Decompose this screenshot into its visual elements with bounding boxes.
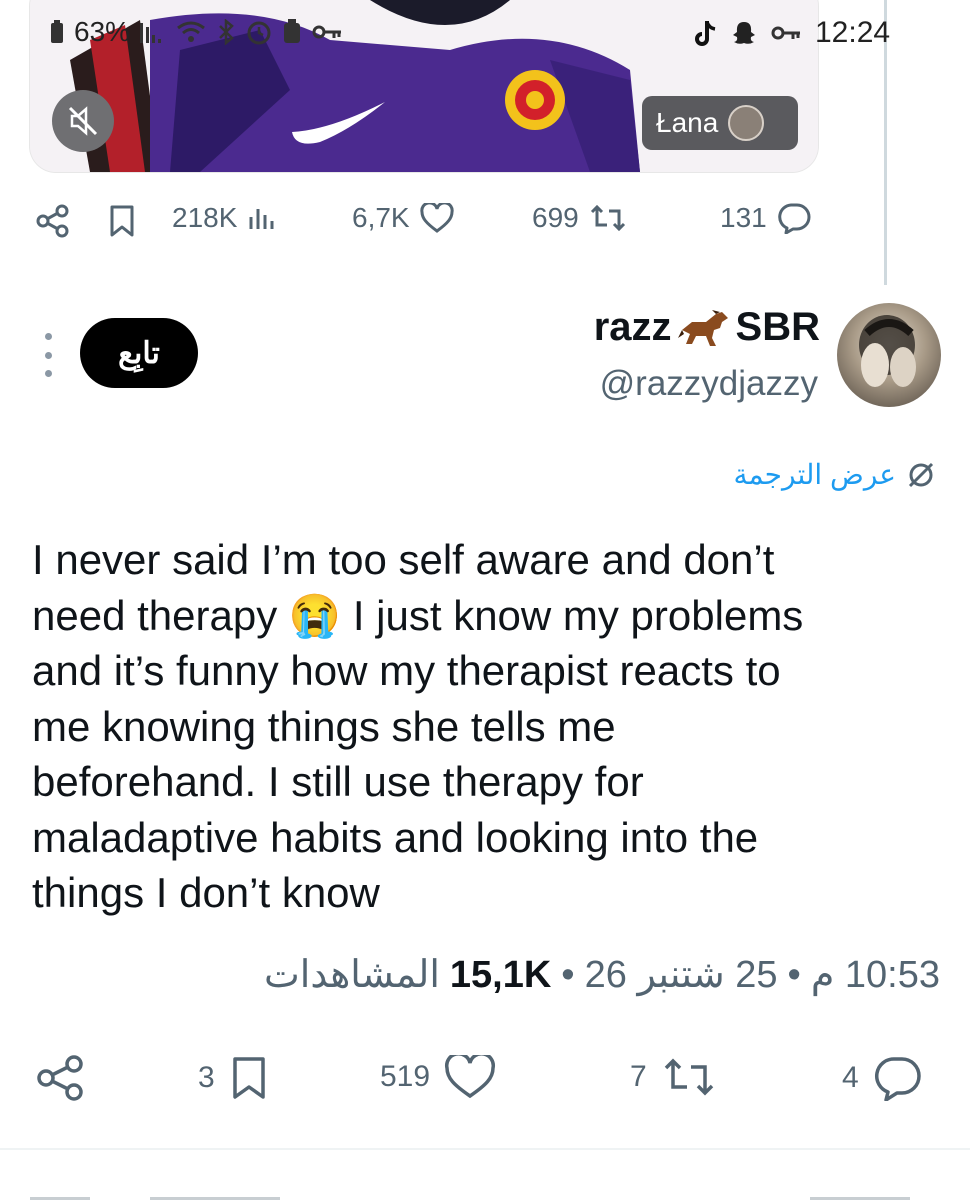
- vpn-key-icon: [312, 25, 342, 39]
- like-count: 6,7K: [352, 202, 410, 233]
- reply-count: 131: [720, 202, 767, 233]
- mute-button[interactable]: [52, 90, 114, 152]
- tweet-date: 25 شتنبر 26: [584, 954, 778, 996]
- battery-icon: [51, 20, 63, 43]
- bookmark-icon: [110, 205, 134, 237]
- repost-button-top[interactable]: 699: [532, 202, 627, 234]
- heart-icon: [419, 203, 454, 233]
- share-button[interactable]: [36, 1055, 86, 1101]
- wifi-icon: [177, 21, 205, 42]
- repost-button[interactable]: 7: [630, 1055, 717, 1099]
- avatar-image: [859, 315, 916, 387]
- bookmark-button[interactable]: 3: [198, 1055, 269, 1101]
- bookmark-button-top[interactable]: [108, 204, 136, 238]
- analytics-icon: [249, 209, 274, 229]
- share-icon: [37, 1055, 83, 1101]
- tweet-meta: 10:53 م • 25 شتنبر 26 • 15,1K المشاهدات: [264, 952, 940, 997]
- share-button-top[interactable]: [36, 204, 70, 238]
- reply-button-top[interactable]: 131: [720, 202, 811, 234]
- repost-icon: [590, 204, 625, 232]
- repost-count: 7: [630, 1060, 647, 1093]
- like-count: 519: [380, 1060, 431, 1093]
- author-chip-label: Łana: [656, 107, 719, 138]
- status-bar-right: 12:24: [695, 16, 890, 50]
- reply-icon: [874, 1057, 921, 1101]
- separator-dot: •: [787, 954, 801, 996]
- next-item-peek: [30, 1188, 930, 1200]
- bookmark-count: 3: [198, 1061, 215, 1094]
- share-icon: [36, 204, 69, 238]
- reply-count: 4: [842, 1061, 859, 1094]
- key-icon: [771, 26, 800, 40]
- reply-button[interactable]: 4: [842, 1055, 923, 1101]
- like-button[interactable]: 519: [380, 1055, 496, 1099]
- signal-icon: [140, 23, 162, 43]
- like-button-top[interactable]: 6,7K: [352, 202, 454, 234]
- separator-dot: •: [561, 954, 575, 996]
- views-count[interactable]: 15,1K: [450, 954, 551, 997]
- snapchat-icon: [733, 22, 755, 44]
- display-name-right: SBR: [735, 305, 820, 349]
- battery-percent: 63%: [74, 16, 131, 47]
- alarm-icon: [247, 21, 271, 45]
- more-options-icon[interactable]: [40, 333, 56, 377]
- views-count: 218K: [172, 202, 238, 233]
- mute-icon: [68, 106, 98, 136]
- heart-icon: [445, 1055, 496, 1099]
- tiktok-icon: [695, 21, 716, 46]
- tweet-time: 10:53 م: [810, 954, 940, 996]
- bin-icon: [284, 19, 301, 43]
- views-top[interactable]: 218K: [172, 202, 277, 234]
- avatar[interactable]: [837, 303, 941, 407]
- bookmark-icon: [232, 1057, 265, 1099]
- reply-icon: [777, 203, 811, 234]
- translate-label: عرض الترجمة: [733, 459, 896, 490]
- tweet-text: I never said I’m too self aware and don’…: [32, 536, 804, 916]
- globe-icon: [908, 462, 934, 487]
- bluetooth-icon: [219, 19, 234, 45]
- repost-count: 699: [532, 202, 579, 233]
- repost-icon: [664, 1058, 713, 1096]
- next-item-peek-shape: [30, 1197, 910, 1200]
- divider: [0, 1148, 970, 1150]
- horse-emoji-icon: [677, 309, 728, 346]
- user-handle[interactable]: @razzydjazzy: [600, 364, 818, 404]
- follow-button[interactable]: تابِع: [80, 318, 198, 388]
- display-name[interactable]: razz SBR: [594, 305, 820, 350]
- status-bar-left: 63%: [50, 16, 342, 48]
- author-chip-avatar: [728, 105, 765, 141]
- clock: 12:24: [815, 16, 891, 49]
- author-chip[interactable]: Łana: [642, 96, 798, 150]
- translate-link[interactable]: عرض الترجمة: [733, 458, 936, 491]
- display-name-left: razz: [593, 305, 672, 349]
- views-label: المشاهدات: [263, 954, 440, 996]
